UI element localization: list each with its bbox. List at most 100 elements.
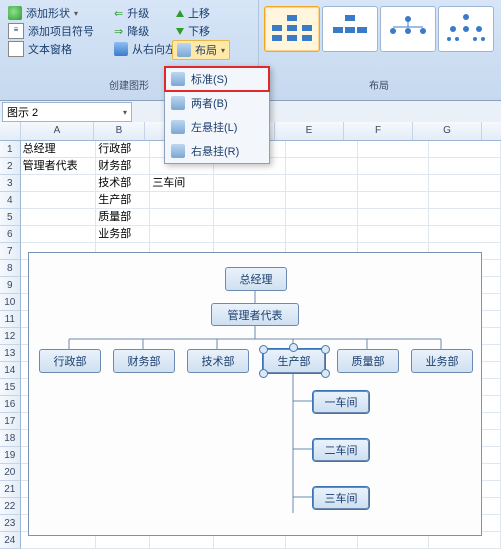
row-header[interactable]: 7 (0, 243, 21, 260)
cell[interactable]: 业务部 (96, 226, 150, 243)
row-header[interactable]: 5 (0, 209, 21, 226)
resize-handle[interactable] (321, 369, 330, 378)
cell[interactable] (214, 175, 286, 192)
node-dept-1[interactable]: 财务部 (113, 349, 175, 373)
node-ws-0[interactable]: 一车间 (313, 391, 369, 413)
promote-button[interactable]: ⇐升级 (110, 4, 180, 22)
cell[interactable] (358, 141, 430, 158)
row-header[interactable]: 11 (0, 311, 21, 328)
resize-handle[interactable] (259, 345, 268, 354)
col-E[interactable]: E (275, 122, 344, 140)
cell[interactable]: 生产部 (96, 192, 150, 209)
cell[interactable]: 总经理 (21, 141, 97, 158)
node-dept-4[interactable]: 质量部 (337, 349, 399, 373)
gallery-item-standard[interactable] (264, 6, 320, 52)
node-dept-3[interactable]: 生产部 (263, 349, 325, 373)
gallery-item-4[interactable] (438, 6, 494, 52)
menu-left-hang[interactable]: 左悬挂(L) (165, 115, 269, 139)
node-sub[interactable]: 管理者代表 (211, 303, 299, 326)
row-header[interactable]: 22 (0, 498, 21, 515)
cell[interactable] (214, 226, 286, 243)
cell[interactable]: 技术部 (96, 175, 150, 192)
row-header[interactable]: 9 (0, 277, 21, 294)
cell[interactable] (358, 192, 430, 209)
cell[interactable] (429, 175, 501, 192)
demote-button[interactable]: ⇒降级 (110, 22, 180, 40)
cell[interactable] (429, 158, 501, 175)
cell[interactable]: 三车间 (150, 175, 214, 192)
row-header[interactable]: 17 (0, 413, 21, 430)
cell[interactable] (429, 226, 501, 243)
select-all[interactable] (0, 122, 21, 140)
cell[interactable] (150, 209, 214, 226)
cell[interactable] (286, 226, 358, 243)
move-up-button[interactable]: 上移 (172, 4, 230, 22)
cell[interactable]: 管理者代表 (21, 158, 97, 175)
node-ws-1[interactable]: 二车间 (313, 439, 369, 461)
row-header[interactable]: 6 (0, 226, 21, 243)
resize-handle[interactable] (289, 343, 298, 352)
col-B[interactable]: B (94, 122, 145, 140)
node-dept-0[interactable]: 行政部 (39, 349, 101, 373)
row-header[interactable]: 1 (0, 141, 21, 158)
row-header[interactable]: 24 (0, 532, 21, 549)
node-dept-5[interactable]: 业务部 (411, 349, 473, 373)
cell[interactable] (429, 209, 501, 226)
gallery-item-3[interactable] (380, 6, 436, 52)
text-pane-button[interactable]: 文本窗格 (4, 40, 98, 58)
cell[interactable]: 行政部 (96, 141, 150, 158)
add-shape-button[interactable]: 添加形状▾ (4, 4, 98, 22)
row-header[interactable]: 19 (0, 447, 21, 464)
cell[interactable] (214, 192, 286, 209)
layout-button[interactable]: 布局▾ (172, 40, 230, 60)
row-header[interactable]: 13 (0, 345, 21, 362)
cell[interactable] (21, 192, 97, 209)
row-header[interactable]: 3 (0, 175, 21, 192)
col-F[interactable]: F (344, 122, 413, 140)
row-header[interactable]: 8 (0, 260, 21, 277)
cell[interactable] (358, 175, 430, 192)
move-down-button[interactable]: 下移 (172, 22, 230, 40)
row-header[interactable]: 10 (0, 294, 21, 311)
cell[interactable] (358, 209, 430, 226)
col-A[interactable]: A (21, 122, 94, 140)
row-header[interactable]: 12 (0, 328, 21, 345)
cell[interactable]: 质量部 (96, 209, 150, 226)
row-header[interactable]: 14 (0, 362, 21, 379)
row-header[interactable]: 2 (0, 158, 21, 175)
menu-right-hang[interactable]: 右悬挂(R) (165, 139, 269, 163)
cell[interactable] (429, 192, 501, 209)
name-box[interactable]: 图示 2▾ (2, 102, 132, 122)
resize-handle[interactable] (259, 369, 268, 378)
node-root[interactable]: 总经理 (225, 267, 287, 291)
row-header[interactable]: 20 (0, 464, 21, 481)
menu-standard[interactable]: 标准(S) (164, 66, 270, 92)
cell[interactable] (150, 192, 214, 209)
org-chart[interactable]: 总经理 管理者代表 行政部 财务部 技术部 生产部 质量部 业务部 一车间 二车… (28, 252, 482, 536)
row-header[interactable]: 23 (0, 515, 21, 532)
row-header[interactable]: 18 (0, 430, 21, 447)
row-header[interactable]: 4 (0, 192, 21, 209)
node-ws-2[interactable]: 三车间 (313, 487, 369, 509)
cell[interactable] (286, 209, 358, 226)
gallery-item-2[interactable] (322, 6, 378, 52)
node-dept-2[interactable]: 技术部 (187, 349, 249, 373)
cell[interactable]: 财务部 (96, 158, 150, 175)
resize-handle[interactable] (321, 345, 330, 354)
cell[interactable] (150, 226, 214, 243)
row-header[interactable]: 16 (0, 396, 21, 413)
add-bullet-button[interactable]: ≡添加项目符号 (4, 22, 98, 40)
cell[interactable] (358, 158, 430, 175)
cell[interactable] (286, 192, 358, 209)
cell[interactable] (286, 158, 358, 175)
cell[interactable] (286, 141, 358, 158)
cell[interactable] (358, 226, 430, 243)
row-header[interactable]: 15 (0, 379, 21, 396)
cell[interactable] (214, 209, 286, 226)
cell[interactable] (286, 175, 358, 192)
cell[interactable] (21, 209, 97, 226)
cell[interactable] (21, 175, 97, 192)
col-G[interactable]: G (413, 122, 482, 140)
cell[interactable] (21, 226, 97, 243)
row-header[interactable]: 21 (0, 481, 21, 498)
